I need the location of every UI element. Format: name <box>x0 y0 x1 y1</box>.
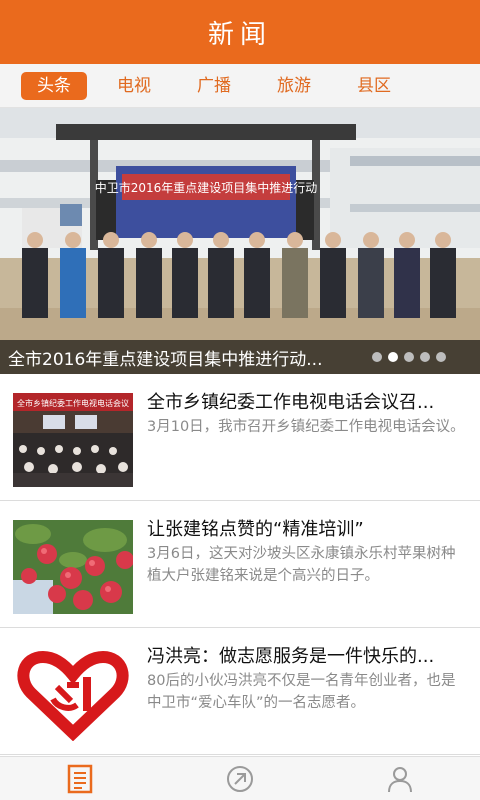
carousel-dot[interactable] <box>420 352 430 362</box>
headline-carousel[interactable]: 中卫市2016年重点建设项目集中推进行动 全市2016年重点建设项目集中推进行动… <box>0 108 480 374</box>
category-tabs: 头条 电视 广播 旅游 县区 <box>0 64 480 108</box>
user-icon[interactable] <box>380 761 420 797</box>
tab-label: 头条 <box>37 75 71 96</box>
tab-travel[interactable]: 旅游 <box>254 71 334 101</box>
carousel-indicator <box>372 352 446 362</box>
news-thumbnail <box>13 520 133 614</box>
carousel-dot[interactable] <box>436 352 446 362</box>
news-summary: 3月6日，这天对沙坡头区永康镇永乐村苹果树种植大户张建铭来说是个高兴的日子。 <box>147 546 456 584</box>
news-item[interactable]: 冯洪亮：做志愿服务是一件快乐的... 80后的小伙冯洪亮不仅是一名青年创业者，也… <box>0 628 480 755</box>
news-icon[interactable] <box>60 761 100 797</box>
news-title: 让张建铭点赞的“精准培训” <box>147 519 364 540</box>
stage-banner-text: 中卫市2016年重点建设项目集中推进行动 <box>95 180 318 195</box>
bottom-navigation <box>0 756 480 800</box>
news-summary: 3月10日，我市召开乡镇纪委工作电视电话会议。 <box>147 419 465 435</box>
news-item[interactable]: 让张建铭点赞的“精准培训” 3月6日，这天对沙坡头区永康镇永乐村苹果树种植大户张… <box>0 501 480 628</box>
app-header: 新闻 <box>0 0 480 64</box>
carousel-caption: 全市2016年重点建设项目集中推进行动... <box>8 349 323 370</box>
news-title: 全市乡镇纪委工作电视电话会议召... <box>147 392 435 413</box>
volunteer-heart-logo <box>13 647 133 741</box>
tab-label: 县区 <box>357 75 391 96</box>
tab-label: 广播 <box>197 75 231 96</box>
tab-tv[interactable]: 电视 <box>94 71 174 101</box>
news-summary: 80后的小伙冯洪亮不仅是一名青年创业者，也是中卫市“爱心车队”的一名志愿者。 <box>147 673 456 711</box>
tab-headlines[interactable]: 头条 <box>14 71 94 101</box>
page-title: 新闻 <box>207 19 272 50</box>
news-thumbnail <box>13 647 133 741</box>
tab-label: 电视 <box>117 75 151 96</box>
carousel-caption-bar: 全市2016年重点建设项目集中推进行动... <box>0 340 480 374</box>
tab-county[interactable]: 县区 <box>334 71 414 101</box>
news-thumbnail: 全市乡镇纪委工作电视电话会议 <box>13 393 133 487</box>
carousel-photo: 中卫市2016年重点建设项目集中推进行动 <box>0 108 480 374</box>
video-icon[interactable] <box>220 761 260 797</box>
news-list: 全市乡镇纪委工作电视电话会议 全市乡镇纪委工作电视电话会议召... 3月10日，… <box>0 374 480 755</box>
thumb-screen-text: 全市乡镇纪委工作电视电话会议 <box>17 398 129 408</box>
news-title: 冯洪亮：做志愿服务是一件快乐的... <box>147 646 435 667</box>
carousel-dot[interactable] <box>404 352 414 362</box>
carousel-dot[interactable] <box>372 352 382 362</box>
carousel-dot-active[interactable] <box>388 352 398 362</box>
news-item[interactable]: 全市乡镇纪委工作电视电话会议 全市乡镇纪委工作电视电话会议召... 3月10日，… <box>0 374 480 501</box>
tab-radio[interactable]: 广播 <box>174 71 254 101</box>
tab-label: 旅游 <box>277 75 311 96</box>
